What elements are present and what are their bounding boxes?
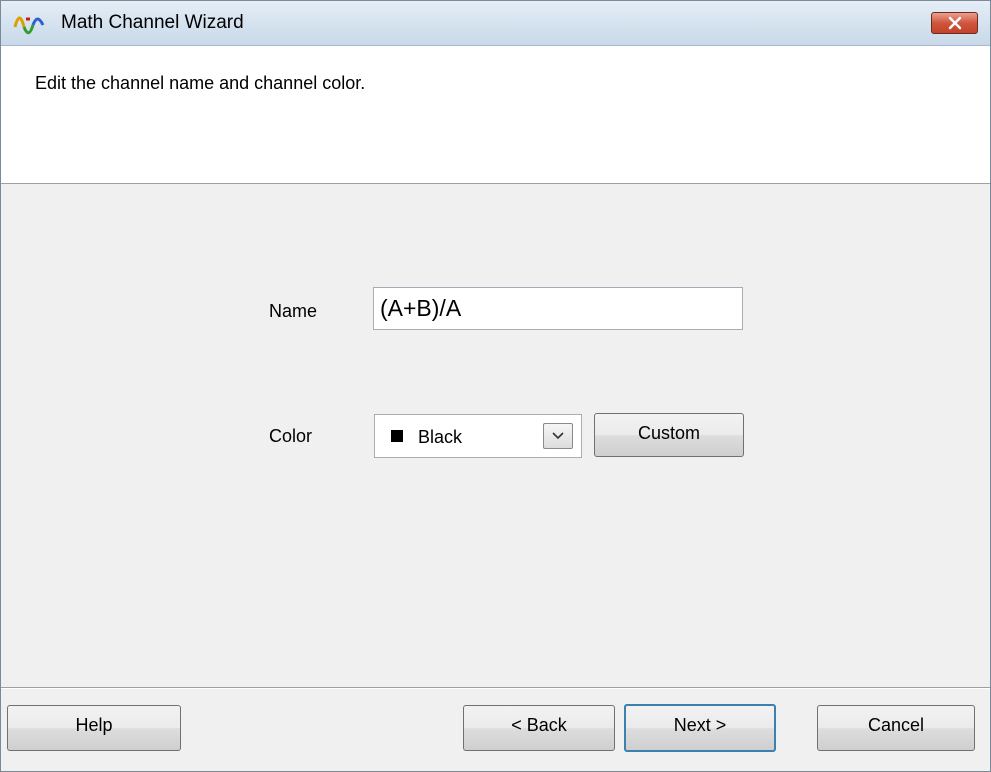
next-button-label: Next > [673,715,727,735]
cancel-button-label: Cancel [867,715,925,735]
channel-name-input[interactable] [373,287,743,330]
wizard-header-panel [1,46,990,184]
instruction-text: Edit the channel name and channel color. [35,73,366,93]
footer-divider-highlight [1,688,990,689]
color-selected-value: Black [418,427,463,447]
back-button-label: < Back [511,715,567,735]
chevron-down-icon [552,432,564,440]
next-button[interactable]: Next > [624,704,776,752]
math-channel-wizard-dialog: Math Channel Wizard Edit the channel nam… [0,0,991,772]
color-label: Color [269,426,313,446]
name-label: Name [269,301,318,321]
help-button-label: Help [75,715,113,735]
custom-color-button[interactable]: Custom [594,413,744,457]
cancel-button[interactable]: Cancel [817,705,975,751]
window-title: Math Channel Wizard [61,12,244,33]
color-dropdown[interactable]: Black [374,414,582,458]
dropdown-arrow-button[interactable] [543,423,573,449]
custom-button-label: Custom [637,423,700,443]
back-button[interactable]: < Back [463,705,615,751]
help-button[interactable]: Help [7,705,181,751]
title-bar[interactable]: Math Channel Wizard [1,1,990,46]
close-icon [948,16,962,30]
close-button[interactable] [931,12,978,34]
color-swatch [391,430,403,442]
app-waveform-icon [13,16,45,35]
